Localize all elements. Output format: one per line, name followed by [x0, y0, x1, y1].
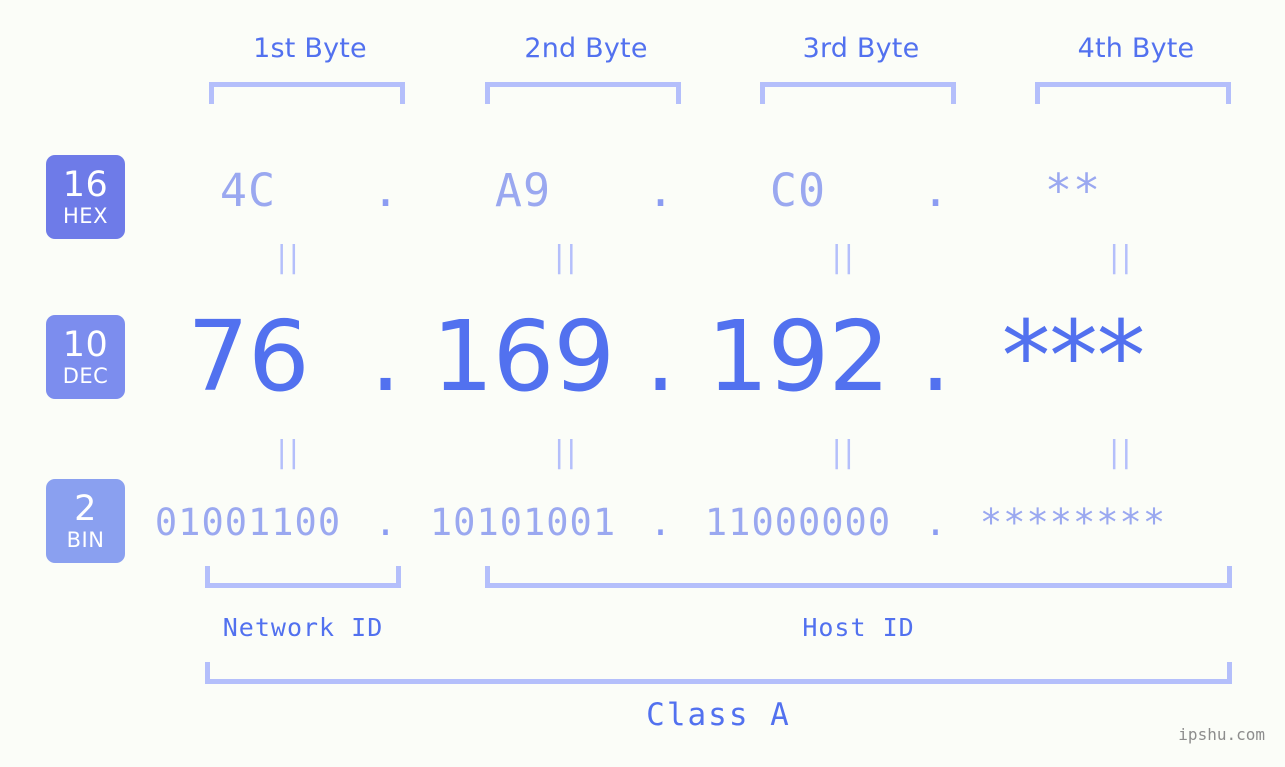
- radix-badge-dec: 10 DEC: [46, 315, 125, 399]
- binary-separator-2: .: [649, 500, 672, 544]
- equals-mark-2: ||: [554, 435, 579, 470]
- equals-mark-4: ||: [1109, 240, 1134, 275]
- hex-byte-2: A9: [494, 163, 552, 217]
- binary-byte-1: 01001100: [154, 500, 342, 544]
- equals-mark-3: ||: [831, 435, 856, 470]
- binary-byte-3: 11000000: [704, 500, 892, 544]
- byte-bracket-3: [760, 82, 956, 104]
- equals-row-dec-bin: || || || ||: [150, 438, 1260, 468]
- binary-separator-1: .: [374, 500, 397, 544]
- hex-value-row: 4C . A9 . C0 . **: [150, 150, 1260, 230]
- binary-separator-3: .: [924, 500, 947, 544]
- decimal-byte-3: 192: [706, 299, 890, 413]
- equals-mark-3: ||: [831, 240, 856, 275]
- hex-separator-3: .: [921, 163, 950, 217]
- byte-header-label: 3rd Byte: [802, 33, 920, 64]
- equals-mark-2: ||: [554, 240, 579, 275]
- byte-header-label: 1st Byte: [253, 33, 367, 64]
- byte-header-1: 1st Byte: [195, 33, 425, 64]
- hex-separator-2: .: [646, 163, 675, 217]
- class-label: Class A: [646, 697, 791, 733]
- host-id-bracket: [485, 566, 1232, 588]
- byte-header-3: 3rd Byte: [746, 33, 976, 64]
- byte-header-label: 2nd Byte: [524, 33, 648, 64]
- host-id-label: Host ID: [802, 613, 915, 642]
- decimal-byte-4: ***: [1001, 299, 1146, 413]
- byte-bracket-4: [1035, 82, 1231, 104]
- binary-byte-2: 10101001: [429, 500, 617, 544]
- site-watermark: ipshu.com: [1178, 725, 1265, 744]
- equals-mark-1: ||: [276, 435, 301, 470]
- byte-header-label: 4th Byte: [1077, 33, 1195, 64]
- radix-badge-bin: 2 BIN: [46, 479, 125, 563]
- decimal-separator-3: .: [920, 299, 951, 413]
- equals-row-hex-dec: || || || ||: [150, 243, 1260, 273]
- network-id-label: Network ID: [222, 613, 384, 642]
- decimal-byte-2: 169: [431, 299, 615, 413]
- hex-byte-4: **: [1044, 163, 1102, 217]
- byte-bracket-1: [209, 82, 405, 104]
- radix-badge-number: 16: [62, 164, 109, 205]
- decimal-value-row: 76 . 169 . 192 . ***: [150, 296, 1260, 416]
- hex-separator-1: .: [371, 163, 400, 217]
- byte-header-4: 4th Byte: [1021, 33, 1251, 64]
- decimal-separator-1: .: [370, 299, 401, 413]
- equals-mark-1: ||: [276, 240, 301, 275]
- radix-badge-number: 10: [62, 324, 109, 365]
- decimal-separator-2: .: [645, 299, 676, 413]
- byte-bracket-2: [485, 82, 681, 104]
- ip-address-breakdown-diagram: 1st Byte 2nd Byte 3rd Byte 4th Byte 16 H…: [0, 0, 1285, 767]
- radix-badge-name: DEC: [62, 363, 109, 388]
- decimal-byte-1: 76: [187, 299, 309, 413]
- radix-badge-number: 2: [74, 488, 97, 529]
- binary-byte-4: ********: [979, 500, 1167, 544]
- equals-mark-4: ||: [1109, 435, 1134, 470]
- radix-badge-name: BIN: [66, 527, 105, 552]
- class-bracket: [205, 662, 1232, 684]
- radix-badge-hex: 16 HEX: [46, 155, 125, 239]
- network-id-bracket: [205, 566, 401, 588]
- radix-badge-name: HEX: [63, 203, 108, 228]
- hex-byte-1: 4C: [219, 163, 277, 217]
- hex-byte-3: C0: [769, 163, 827, 217]
- binary-value-row: 01001100 . 10101001 . 11000000 . *******…: [150, 492, 1260, 552]
- byte-header-2: 2nd Byte: [471, 33, 701, 64]
